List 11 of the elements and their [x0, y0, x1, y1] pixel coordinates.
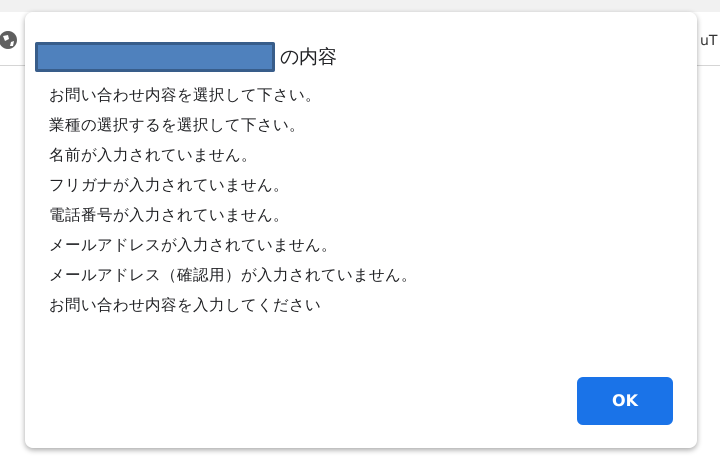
error-message: フリガナが入力されていません。: [49, 175, 290, 196]
error-message: 名前が入力されていません。: [49, 145, 258, 166]
error-message: 電話番号が入力されていません。: [49, 205, 290, 226]
error-message: メールアドレス（確認用）が入力されていません。: [49, 265, 418, 286]
tab-text: uT: [700, 32, 718, 51]
error-message: お問い合わせ内容を入力してください: [49, 295, 322, 316]
error-message: メールアドレスが入力されていません。: [49, 235, 338, 256]
ok-button[interactable]: OK: [577, 377, 673, 425]
error-message: お問い合わせ内容を選択して下さい。: [49, 85, 322, 106]
dialog-title: の内容: [280, 44, 337, 70]
error-message: 業種の選択するを選択して下さい。: [49, 115, 306, 136]
